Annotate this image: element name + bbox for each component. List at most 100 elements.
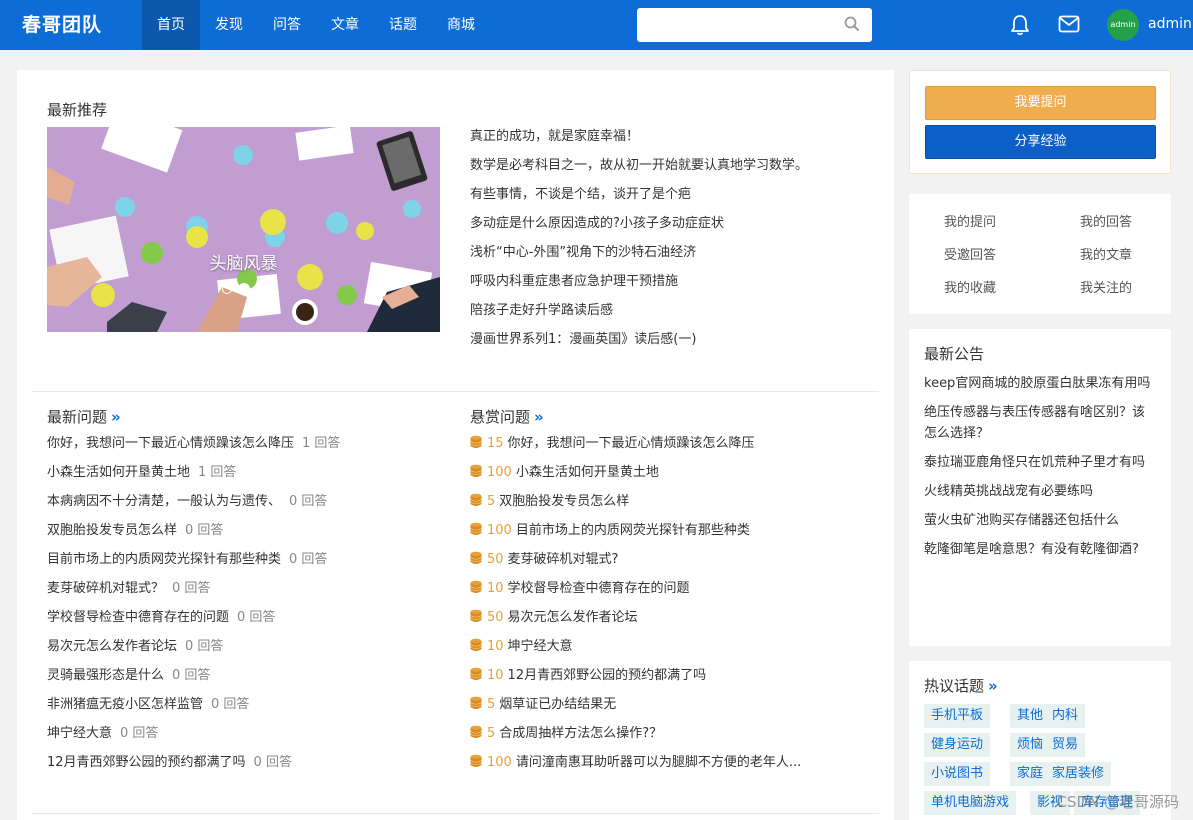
share-experience-button[interactable]: 分享经验 bbox=[925, 125, 1156, 159]
link-my-following[interactable]: 我关注的 bbox=[1080, 277, 1132, 296]
nav-home[interactable]: 首页 bbox=[142, 0, 200, 50]
link-my-answers[interactable]: 我的回答 bbox=[1080, 211, 1132, 230]
question-text[interactable]: 12月青西郊野公园的预约都满了吗 bbox=[508, 668, 707, 683]
question-text[interactable]: 非洲猪瘟无疫小区怎样监管 bbox=[47, 697, 203, 712]
topic-tag[interactable]: 单机电脑游戏 bbox=[924, 791, 1017, 815]
topic-tag[interactable]: 健身运动 bbox=[924, 733, 991, 757]
topics-title[interactable]: 热议话题» bbox=[924, 675, 998, 696]
question-text[interactable]: 坤宁经大意 bbox=[508, 639, 573, 654]
notice-item[interactable]: 乾隆御笔是啥意思？有没有乾隆御酒? bbox=[924, 539, 1156, 560]
notice-item[interactable]: 绝压传感器与表压传感器有啥区别？该怎么选择？ bbox=[924, 402, 1156, 444]
recommend-item[interactable]: 有些事情，不谈是个结，谈开了是个疤 bbox=[470, 185, 870, 214]
notice-item[interactable]: 火线精英挑战战宠有必要练吗 bbox=[924, 481, 1156, 502]
link-my-questions[interactable]: 我的提问 bbox=[944, 211, 996, 230]
more-arrow-icon[interactable]: » bbox=[988, 677, 998, 695]
question-item[interactable]: 你好，我想问一下最近心情烦躁该怎么降压 1 回答 bbox=[47, 434, 447, 463]
reward-question-item[interactable]: 5 烟草证已办结结果无 bbox=[470, 695, 880, 724]
topic-tag[interactable]: 其他 bbox=[1010, 704, 1051, 728]
latest-questions-title[interactable]: 最新问题» bbox=[47, 406, 121, 427]
question-text[interactable]: 目前市场上的内质网荧光探针有那些种类 bbox=[47, 552, 281, 567]
question-text[interactable]: 灵骑最强形态是什么 bbox=[47, 668, 164, 683]
reward-question-item[interactable]: 10 12月青西郊野公园的预约都满了吗 bbox=[470, 666, 880, 695]
question-item[interactable]: 坤宁经大意 0 回答 bbox=[47, 724, 447, 753]
recommend-item[interactable]: 浅析“中心-外围”视角下的沙特石油经济 bbox=[470, 243, 870, 272]
reward-questions-title[interactable]: 悬赏问题» bbox=[470, 406, 544, 427]
reward-question-item[interactable]: 15 你好，我想问一下最近心情烦躁该怎么降压 bbox=[470, 434, 880, 463]
recommend-item[interactable]: 漫画世界系列1：漫画英国》读后感(一) bbox=[470, 330, 870, 359]
reward-question-item[interactable]: 10 学校督导检查中德育存在的问题 bbox=[470, 579, 880, 608]
reward-question-item[interactable]: 5 合成周抽样方法怎么操作?？ bbox=[470, 724, 880, 753]
carousel-dot-3[interactable] bbox=[255, 284, 266, 294]
question-item[interactable]: 易次元怎么发作者论坛 0 回答 bbox=[47, 637, 447, 666]
user-name[interactable]: admin bbox=[1148, 0, 1192, 50]
notice-item[interactable]: 萤火虫矿池购买存储器还包括什么 bbox=[924, 510, 1156, 531]
recommend-item[interactable]: 数学是必考科目之一，故从初一开始就要认真地学习数学。 bbox=[470, 156, 870, 185]
question-text[interactable]: 麦芽破碎机对辊式？ bbox=[47, 581, 164, 596]
question-text[interactable]: 你好，我想问一下最近心情烦躁该怎么降压 bbox=[47, 436, 294, 451]
nav-discover[interactable]: 发现 bbox=[200, 0, 258, 50]
question-item[interactable]: 学校督导检查中德育存在的问题 0 回答 bbox=[47, 608, 447, 637]
question-text[interactable]: 烟草证已办结结果无 bbox=[499, 697, 616, 712]
topic-tag[interactable]: 手机平板 bbox=[924, 704, 991, 728]
topic-tag[interactable]: 家庭 bbox=[1010, 762, 1051, 786]
question-text[interactable]: 小森生活如何开垦黄土地 bbox=[47, 465, 190, 480]
question-text[interactable]: 合成周抽样方法怎么操作?？ bbox=[499, 726, 662, 741]
reward-question-item[interactable]: 5 双胞胎投发专员怎么样 bbox=[470, 492, 880, 521]
question-text[interactable]: 学校督导检查中德育存在的问题 bbox=[508, 581, 690, 596]
nav-articles[interactable]: 文章 bbox=[316, 0, 374, 50]
search-input[interactable] bbox=[637, 8, 837, 42]
recommend-item[interactable]: 呼吸内科重症患者应急护理干预措施 bbox=[470, 272, 870, 301]
search-icon[interactable] bbox=[844, 16, 860, 32]
question-item[interactable]: 双胞胎投发专员怎么样 0 回答 bbox=[47, 521, 447, 550]
question-text[interactable]: 双胞胎投发专员怎么样 bbox=[47, 523, 177, 538]
more-arrow-icon[interactable]: » bbox=[534, 408, 544, 426]
question-item[interactable]: 目前市场上的内质网荧光探针有那些种类 0 回答 bbox=[47, 550, 447, 579]
question-item[interactable]: 12月青西郊野公园的预约都满了吗 0 回答 bbox=[47, 753, 447, 782]
topic-tag[interactable]: 内科 bbox=[1045, 704, 1086, 728]
topic-tag[interactable]: 烦恼 bbox=[1010, 733, 1051, 757]
reward-question-item[interactable]: 50 易次元怎么发作者论坛 bbox=[470, 608, 880, 637]
recommend-item[interactable]: 陪孩子走好升学路读后感 bbox=[470, 301, 870, 330]
notice-item[interactable]: keep官网商城的胶原蛋白肽果冻有用吗 bbox=[924, 373, 1156, 394]
reward-question-item[interactable]: 100 请问潼南惠耳助听器可以为腿脚不方便的老年人... bbox=[470, 753, 880, 782]
brand-logo[interactable]: 春哥团队 bbox=[22, 0, 102, 50]
carousel-dot-2[interactable] bbox=[237, 283, 250, 295]
question-text[interactable]: 小森生活如何开垦黄土地 bbox=[516, 465, 659, 480]
question-text[interactable]: 请问潼南惠耳助听器可以为腿脚不方便的老年人... bbox=[516, 755, 801, 770]
question-text[interactable]: 目前市场上的内质网荧光探针有那些种类 bbox=[516, 523, 750, 538]
question-item[interactable]: 小森生活如何开垦黄土地 1 回答 bbox=[47, 463, 447, 492]
question-text[interactable]: 学校督导检查中德育存在的问题 bbox=[47, 610, 229, 625]
question-text[interactable]: 本病病因不十分清楚，一般认为与遗传、 bbox=[47, 494, 281, 509]
recommend-item[interactable]: 多动症是什么原因造成的?小孩子多动症症状 bbox=[470, 214, 870, 243]
question-text[interactable]: 麦芽破碎机对辊式? bbox=[508, 552, 619, 567]
topic-tag[interactable]: 小说图书 bbox=[924, 762, 991, 786]
recommend-item[interactable]: 真正的成功，就是家庭幸福！ bbox=[470, 127, 870, 156]
more-arrow-icon[interactable]: » bbox=[111, 408, 121, 426]
avatar[interactable]: admin bbox=[1107, 9, 1139, 41]
reward-question-item[interactable]: 100 目前市场上的内质网荧光探针有那些种类 bbox=[470, 521, 880, 550]
question-text[interactable]: 你好，我想问一下最近心情烦躁该怎么降压 bbox=[508, 436, 755, 451]
question-text[interactable]: 易次元怎么发作者论坛 bbox=[47, 639, 177, 654]
nav-qa[interactable]: 问答 bbox=[258, 0, 316, 50]
nav-shop[interactable]: 商城 bbox=[432, 0, 490, 50]
bell-icon[interactable] bbox=[1010, 14, 1030, 36]
topic-tag[interactable]: 贸易 bbox=[1045, 733, 1086, 757]
banner-carousel[interactable]: 头脑风暴 bbox=[47, 127, 440, 332]
question-item[interactable]: 麦芽破碎机对辊式？ 0 回答 bbox=[47, 579, 447, 608]
mail-icon[interactable] bbox=[1058, 15, 1080, 33]
topic-tag[interactable]: 家居装修 bbox=[1045, 762, 1112, 786]
carousel-dot-1[interactable] bbox=[221, 284, 232, 294]
question-text[interactable]: 双胞胎投发专员怎么样 bbox=[499, 494, 629, 509]
question-item[interactable]: 本病病因不十分清楚，一般认为与遗传、 0 回答 bbox=[47, 492, 447, 521]
question-item[interactable]: 灵骑最强形态是什么 0 回答 bbox=[47, 666, 447, 695]
reward-question-item[interactable]: 10 坤宁经大意 bbox=[470, 637, 880, 666]
nav-topics[interactable]: 话题 bbox=[374, 0, 432, 50]
question-text[interactable]: 易次元怎么发作者论坛 bbox=[508, 610, 638, 625]
link-invited-answers[interactable]: 受邀回答 bbox=[944, 244, 996, 263]
ask-question-button[interactable]: 我要提问 bbox=[925, 86, 1156, 120]
question-item[interactable]: 非洲猪瘟无疫小区怎样监管 0 回答 bbox=[47, 695, 447, 724]
link-my-articles[interactable]: 我的文章 bbox=[1080, 244, 1132, 263]
notice-item[interactable]: 泰拉瑞亚鹿角怪只在饥荒种子里才有吗 bbox=[924, 452, 1156, 473]
question-text[interactable]: 12月青西郊野公园的预约都满了吗 bbox=[47, 755, 246, 770]
question-text[interactable]: 坤宁经大意 bbox=[47, 726, 112, 741]
